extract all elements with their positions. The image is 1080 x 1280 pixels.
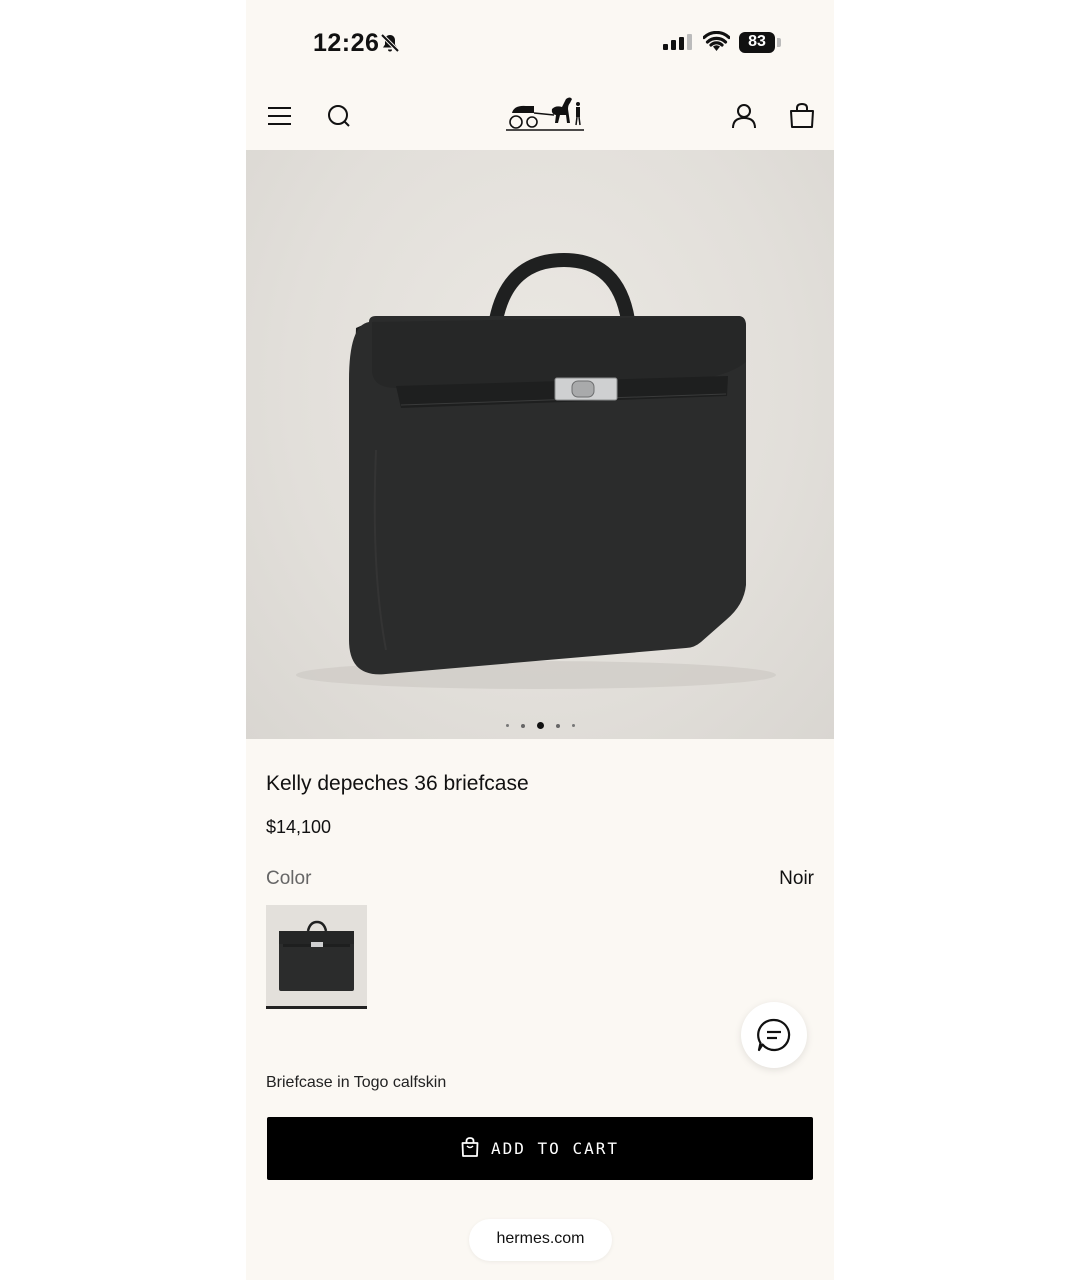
- menu-icon[interactable]: [266, 102, 294, 130]
- phone-screen: 12:26 83 Kelly depeches 36 briefcase $14…: [246, 0, 834, 1280]
- chat-button[interactable]: [741, 1002, 807, 1068]
- logo-horse-carriage[interactable]: [504, 93, 586, 133]
- color-label: Color: [266, 868, 312, 889]
- site-header: [246, 88, 834, 150]
- product-title: Kelly depeches 36 briefcase: [266, 772, 529, 795]
- account-icon[interactable]: [730, 102, 758, 130]
- browser-url-bar[interactable]: hermes.com: [469, 1219, 612, 1261]
- gallery-dot-3-active[interactable]: [536, 722, 544, 730]
- gallery-pagination[interactable]: [246, 717, 834, 730]
- signal-icon: [663, 34, 692, 50]
- gallery-dot-2[interactable]: [520, 723, 525, 728]
- chat-bubble-icon: [757, 1018, 791, 1052]
- gallery-dot-5[interactable]: [571, 724, 575, 728]
- wifi-icon: [703, 31, 730, 51]
- add-to-cart-content: ADD TO CART: [267, 1137, 813, 1158]
- battery-cap: [777, 38, 781, 47]
- gallery-dot-1[interactable]: [505, 724, 509, 728]
- battery-icon: 83: [739, 32, 775, 53]
- battery-level: 83: [748, 33, 766, 50]
- add-to-cart-label: ADD TO CART: [491, 1139, 619, 1158]
- search-icon[interactable]: [326, 102, 354, 130]
- swatch-briefcase-thumbnail: [279, 920, 354, 991]
- product-price: $14,100: [266, 817, 332, 837]
- url-text: hermes.com: [496, 1230, 585, 1247]
- gallery-dot-4[interactable]: [555, 723, 560, 728]
- product-image-gallery[interactable]: [246, 150, 834, 739]
- add-to-cart-button[interactable]: ADD TO CART: [267, 1117, 813, 1180]
- status-time: 12:26: [313, 29, 380, 57]
- shopping-bag-icon[interactable]: [788, 102, 816, 130]
- bell-slash-icon: [380, 33, 400, 53]
- status-bar: 12:26 83: [246, 0, 834, 88]
- color-value: Noir: [779, 868, 814, 889]
- product-image-briefcase: [296, 252, 776, 689]
- product-description: Briefcase in Togo calfskin: [266, 1074, 447, 1091]
- shopping-bag-icon: [461, 1137, 479, 1157]
- color-swatch-noir[interactable]: [266, 905, 367, 1009]
